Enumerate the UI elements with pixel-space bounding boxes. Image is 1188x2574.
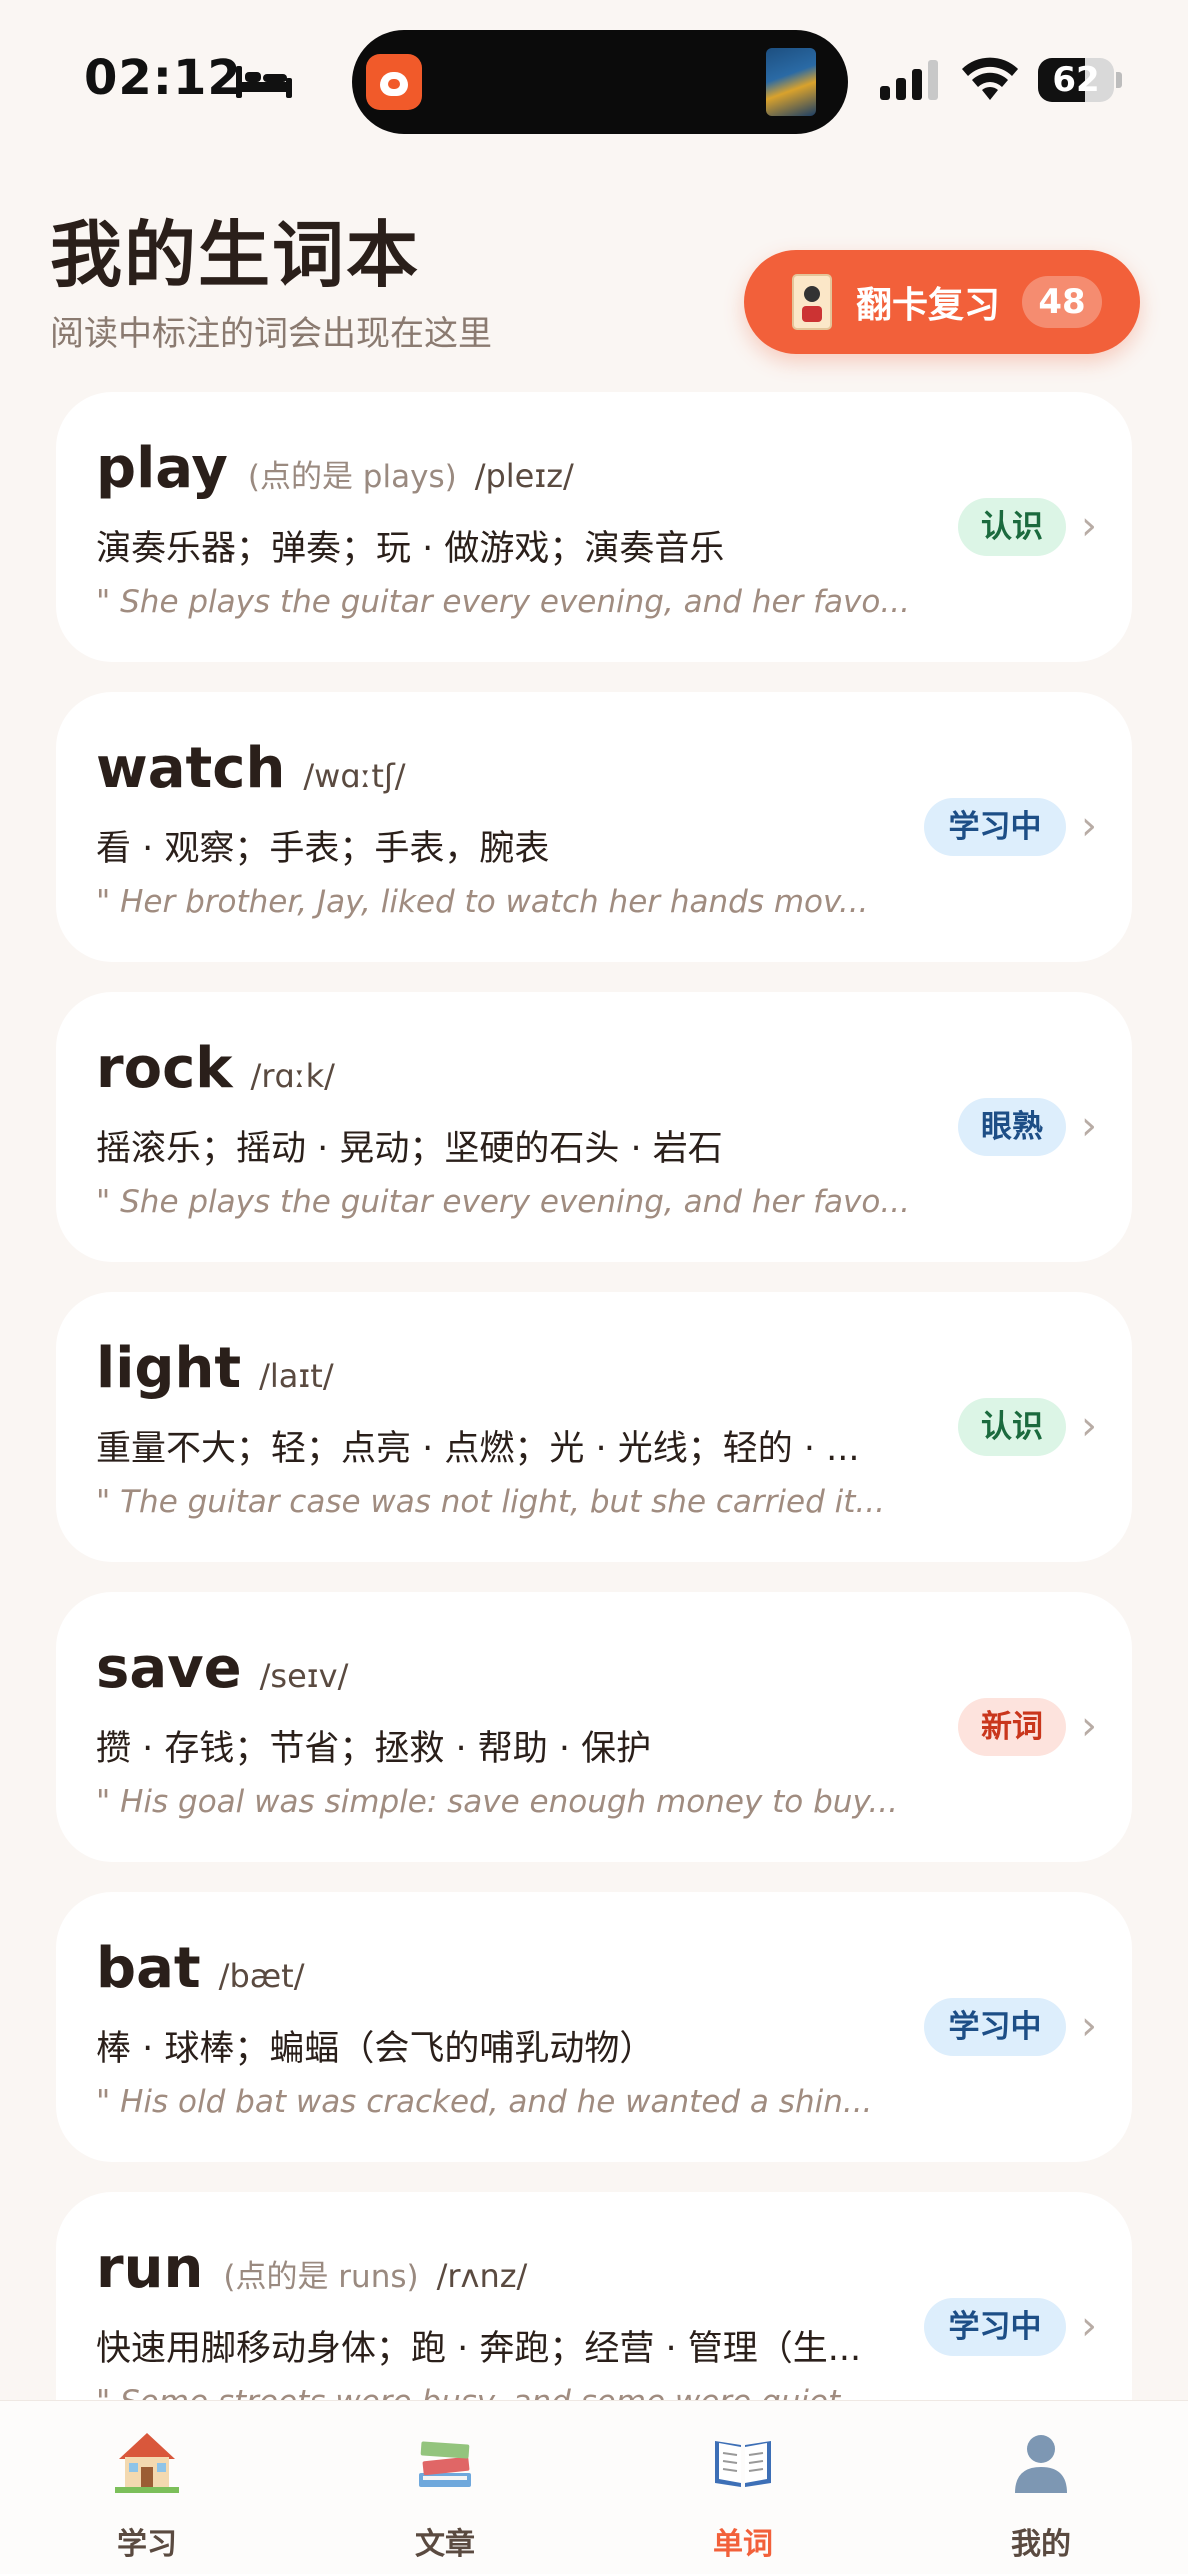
word-card[interactable]: watch/wɑːtʃ/看 · 观察；手表；手表，腕表 " Her brother… <box>56 692 1132 962</box>
page-subtitle: 阅读中标注的词会出现在这里 <box>50 314 492 354</box>
app-live-activity-icon[interactable] <box>366 54 422 110</box>
word-phonetic: /pleɪz/ <box>474 457 574 495</box>
word-text: watch <box>96 736 286 801</box>
tab-label: 文章 <box>415 2527 475 2562</box>
tab-study[interactable]: 学习 <box>72 2401 222 2574</box>
word-meaning: 摇滚乐；摇动 · 晃动；坚硬的石头 · 岩石 <box>96 1129 723 1169</box>
word-heading: save/seɪv/ <box>96 1636 348 1706</box>
chevron-right-icon: › <box>1081 2003 1097 2049</box>
word-card[interactable]: play (点的是 plays) /pleɪz/演奏乐器；弹奏；玩 · 做游戏；演奏… <box>56 392 1132 662</box>
word-heading: light/laɪt/ <box>96 1336 334 1406</box>
word-meaning: 攒 · 存钱；节省；拯救 · 帮助 · 保护 <box>96 1729 652 1769</box>
wifi-icon <box>962 57 1018 100</box>
battery-indicator: 62 <box>1038 58 1122 102</box>
word-heading: rock/rɑːk/ <box>96 1036 335 1106</box>
word-inflection-hint: (点的是 runs) <box>223 2259 419 2295</box>
word-text: save <box>96 1636 242 1701</box>
word-card[interactable]: rock/rɑːk/摇滚乐；摇动 · 晃动；坚硬的石头 · 岩石 " She pl… <box>56 992 1132 1262</box>
word-list[interactable]: play (点的是 plays) /pleɪz/演奏乐器；弹奏；玩 · 做游戏；演奏… <box>56 392 1132 2400</box>
word-example-sentence: " Her brother, Jay, liked to watch her h… <box>96 884 869 920</box>
now-playing-artwork[interactable] <box>766 48 816 116</box>
open-book-icon <box>715 2441 771 2487</box>
word-heading: run (点的是 runs) /rʌnz/ <box>96 2236 527 2306</box>
bed-icon <box>236 66 292 98</box>
word-text: rock <box>96 1036 233 1101</box>
vocab-page: 02:12 62 我的生词本 阅读中标注的词会出现在这里 翻卡复习 48 pla… <box>0 0 1188 2574</box>
word-card[interactable]: bat/bæt/棒 · 球棒；蝙蝠（会飞的哺乳动物） " His old bat … <box>56 1892 1132 2162</box>
word-example-sentence: " His goal was simple: save enough money… <box>96 1784 898 1820</box>
word-example-sentence: " She plays the guitar every evening, an… <box>96 584 910 620</box>
word-meaning: 看 · 观察；手表；手表，腕表 <box>96 829 550 869</box>
person-icon <box>1015 2435 1067 2493</box>
word-phonetic: /seɪv/ <box>259 1657 349 1695</box>
word-text: light <box>96 1336 242 1401</box>
word-text: bat <box>96 1936 201 2001</box>
status-badge: 学习中 <box>924 1998 1066 2056</box>
word-phonetic: /laɪt/ <box>259 1357 334 1395</box>
status-badge: 眼熟 <box>958 1098 1066 1156</box>
tab-label: 我的 <box>1011 2527 1071 2562</box>
word-phonetic: /wɑːtʃ/ <box>303 757 406 795</box>
status-badge: 认识 <box>958 1398 1066 1456</box>
word-heading: bat/bæt/ <box>96 1936 305 2006</box>
chevron-right-icon: › <box>1081 2303 1097 2349</box>
word-meaning: 快速用脚移动身体；跑 · 奔跑；经营 · 管理（生... <box>96 2329 862 2369</box>
word-example-sentence: " His old bat was cracked, and he wanted… <box>96 2084 873 2120</box>
status-bar: 02:12 62 <box>0 0 1188 150</box>
word-meaning: 重量不大；轻；点亮 · 点燃；光 · 光线；轻的 · ... <box>96 1429 860 1469</box>
word-heading: play (点的是 plays) /pleɪz/ <box>96 436 574 506</box>
tab-words[interactable]: 单词 <box>668 2401 818 2574</box>
chevron-right-icon: › <box>1081 503 1097 549</box>
playing-card-icon <box>792 274 832 330</box>
status-badge: 学习中 <box>924 798 1066 856</box>
word-phonetic: /bæt/ <box>218 1957 305 1995</box>
review-count-badge: 48 <box>1022 276 1102 328</box>
word-heading: watch/wɑːtʃ/ <box>96 736 405 806</box>
word-example-sentence: " She plays the guitar every evening, an… <box>96 1184 910 1220</box>
battery-percent: 62 <box>1052 60 1100 100</box>
tab-profile[interactable]: 我的 <box>966 2401 1116 2574</box>
word-meaning: 棒 · 球棒；蝙蝠（会飞的哺乳动物） <box>96 2029 655 2069</box>
tab-articles[interactable]: 文章 <box>370 2401 520 2574</box>
bottom-tab-bar: 学习 文章 单词 我的 <box>0 2400 1188 2574</box>
chevron-right-icon: › <box>1081 1103 1097 1149</box>
chevron-right-icon: › <box>1081 803 1097 849</box>
word-example-sentence: " Some streets were busy, and some were … <box>96 2384 956 2400</box>
flashcard-review-button[interactable]: 翻卡复习 48 <box>744 250 1140 354</box>
chevron-right-icon: › <box>1081 1703 1097 1749</box>
word-card[interactable]: run (点的是 runs) /rʌnz/快速用脚移动身体；跑 · 奔跑；经营 · … <box>56 2192 1132 2400</box>
word-card[interactable]: light/laɪt/重量不大；轻；点亮 · 点燃；光 · 光线；轻的 · ..… <box>56 1292 1132 1562</box>
tab-label: 学习 <box>117 2527 177 2562</box>
word-meaning: 演奏乐器；弹奏；玩 · 做游戏；演奏音乐 <box>96 529 725 569</box>
status-badge: 认识 <box>958 498 1066 556</box>
word-inflection-hint: (点的是 plays) <box>247 459 457 495</box>
word-phonetic: /rɑːk/ <box>250 1057 335 1095</box>
word-phonetic: /rʌnz/ <box>436 2257 528 2295</box>
status-time: 02:12 <box>84 50 242 106</box>
books-icon <box>419 2441 471 2487</box>
page-title: 我的生词本 <box>50 213 421 297</box>
word-text: play <box>96 436 228 501</box>
word-example-sentence: " The guitar case was not light, but she… <box>96 1484 885 1520</box>
review-button-label: 翻卡复习 <box>856 285 1001 326</box>
status-badge: 学习中 <box>924 2298 1066 2356</box>
chevron-right-icon: › <box>1081 1403 1097 1449</box>
status-badge: 新词 <box>958 1698 1066 1756</box>
cellular-signal-icon <box>880 60 938 100</box>
tab-label: 单词 <box>713 2527 773 2562</box>
word-text: run <box>96 2236 204 2301</box>
word-card[interactable]: save/seɪv/攒 · 存钱；节省；拯救 · 帮助 · 保护 " His go… <box>56 1592 1132 1862</box>
house-icon <box>115 2433 179 2493</box>
